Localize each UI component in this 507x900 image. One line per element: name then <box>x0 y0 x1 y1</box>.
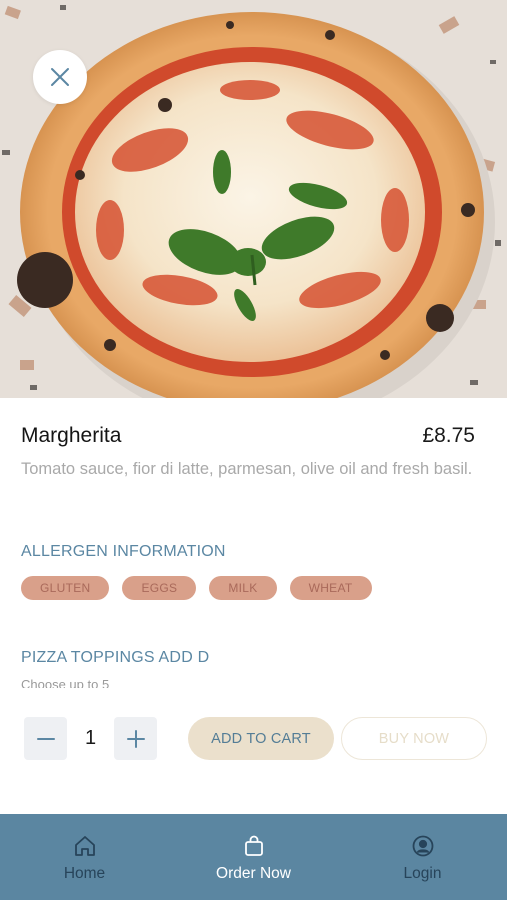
allergen-chip: WHEAT <box>289 576 372 600</box>
bag-icon <box>244 835 263 856</box>
bottom-navigation: Home Order Now Login <box>0 814 507 900</box>
user-circle-icon <box>412 835 433 857</box>
increase-quantity-button[interactable] <box>114 717 157 760</box>
close-icon <box>51 68 69 86</box>
nav-item-order-now[interactable]: Order Now <box>169 814 338 900</box>
nav-item-label: Order Now <box>216 865 291 882</box>
nav-item-label: Login <box>403 865 442 882</box>
toppings-section-title: PIZZA TOPPINGS ADD D <box>21 649 210 666</box>
quantity-value: 1 <box>84 727 97 749</box>
allergen-chip: MILK <box>209 576 277 600</box>
product-name: Margherita <box>21 424 122 447</box>
nav-item-label: Home <box>63 865 106 882</box>
product-header: Margherita £8.75 <box>21 424 475 448</box>
close-button[interactable] <box>33 50 87 104</box>
allergen-chip: EGGS <box>122 576 197 600</box>
nav-item-login[interactable]: Login <box>338 814 507 900</box>
nav-item-home[interactable]: Home <box>0 814 169 900</box>
add-to-cart-button[interactable]: ADD TO CART <box>188 717 334 760</box>
minus-icon <box>36 737 55 740</box>
home-icon <box>74 836 95 856</box>
product-price: £8.75 <box>422 424 475 447</box>
buy-now-button[interactable]: BUY NOW <box>341 717 487 760</box>
toppings-hint: Choose up to 5 <box>21 677 110 688</box>
plus-icon <box>126 729 145 748</box>
allergen-chip: GLUTEN <box>21 576 110 600</box>
allergen-list: GLUTEN EGGS MILK WHEAT <box>21 576 372 600</box>
decrease-quantity-button[interactable] <box>24 717 67 760</box>
allergen-section-title: ALLERGEN INFORMATION <box>21 543 226 560</box>
product-description: Tomato sauce, fior di latte, parmesan, o… <box>21 460 473 478</box>
